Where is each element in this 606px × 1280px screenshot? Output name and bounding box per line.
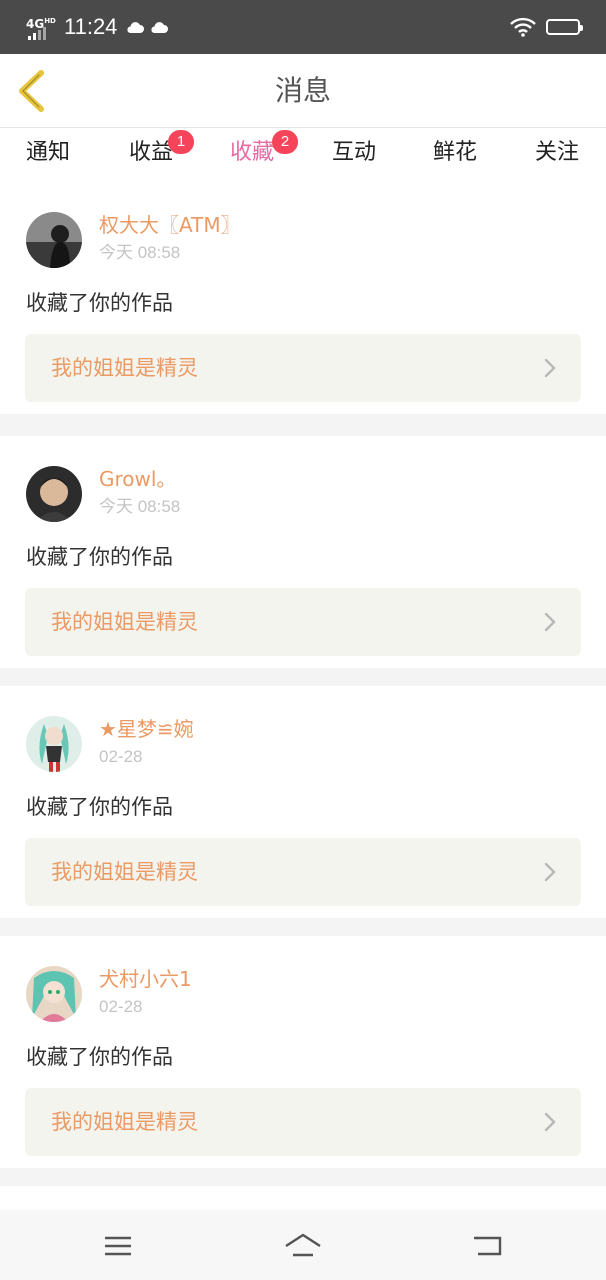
message-text: 收藏了你的作品 xyxy=(26,291,173,315)
tab-flowers[interactable]: 鲜花 xyxy=(420,138,490,168)
menu-icon[interactable] xyxy=(98,1226,138,1266)
message-text: 收藏了你的作品 xyxy=(26,545,173,569)
tab-notifications[interactable]: 通知 xyxy=(13,138,83,168)
message-time: 今天 08:58 xyxy=(99,497,181,516)
tab-interactions[interactable]: 互动 xyxy=(319,138,389,168)
message-card: 犬村小六1 02-28 收藏了你的作品 我的姐姐是精灵 xyxy=(0,936,606,1168)
message-text: 收藏了你的作品 xyxy=(26,1045,173,1069)
battery-level: 53 xyxy=(556,20,570,34)
chevron-right-icon xyxy=(544,612,556,632)
work-link[interactable]: 我的姐姐是精灵 xyxy=(25,334,581,402)
avatar[interactable] xyxy=(26,466,82,522)
network-indicator: 4GHD xyxy=(26,14,58,40)
tab-label: 收藏 xyxy=(229,140,274,165)
unread-badge: 2 xyxy=(272,130,298,154)
tab-label: 鲜花 xyxy=(432,140,477,165)
user-name[interactable]: 权大大〖ATM〗 xyxy=(99,212,241,238)
work-title: 我的姐姐是精灵 xyxy=(51,610,198,634)
work-link[interactable]: 我的姐姐是精灵 xyxy=(25,1088,581,1156)
avatar[interactable] xyxy=(26,716,82,772)
cloud-icon xyxy=(127,22,145,33)
message-text: 收藏了你的作品 xyxy=(26,795,173,819)
tab-label: 互动 xyxy=(331,140,376,165)
tab-label: 收益 xyxy=(128,140,173,165)
work-title: 我的姐姐是精灵 xyxy=(51,1110,198,1134)
back-icon[interactable] xyxy=(468,1226,508,1266)
unread-badge: 1 xyxy=(168,130,194,154)
status-time: 11:24 xyxy=(64,14,118,39)
tab-follows[interactable]: 关注 xyxy=(522,138,592,168)
message-card: 权大大〖ATM〗 今天 08:58 收藏了你的作品 我的姐姐是精灵 xyxy=(0,182,606,414)
message-card: Growl。 今天 08:58 收藏了你的作品 我的姐姐是精灵 xyxy=(0,436,606,668)
user-name[interactable]: ★星梦≌婉 xyxy=(99,716,194,742)
work-link[interactable]: 我的姐姐是精灵 xyxy=(25,838,581,906)
tab-bar: 通知 收益 1 收藏 2 互动 鲜花 关注 xyxy=(0,128,606,187)
header: 消息 xyxy=(0,54,606,128)
work-link[interactable]: 我的姐姐是精灵 xyxy=(25,588,581,656)
cloud-icon xyxy=(151,22,169,33)
user-name[interactable]: 犬村小六1 xyxy=(99,966,192,992)
work-title: 我的姐姐是精灵 xyxy=(51,356,198,380)
tab-label: 通知 xyxy=(25,140,70,165)
signal-icon xyxy=(28,27,46,40)
wifi-icon xyxy=(510,17,536,37)
battery-icon: 53 xyxy=(546,19,583,35)
message-card-partial xyxy=(0,1186,606,1210)
chevron-right-icon xyxy=(544,862,556,882)
tab-label: 关注 xyxy=(534,140,579,165)
home-icon[interactable] xyxy=(283,1226,323,1266)
message-time: 02-28 xyxy=(99,997,143,1016)
avatar[interactable] xyxy=(26,212,82,268)
tab-earnings[interactable]: 收益 1 xyxy=(116,130,194,168)
message-card: ★星梦≌婉 02-28 收藏了你的作品 我的姐姐是精灵 xyxy=(0,686,606,918)
avatar[interactable] xyxy=(26,966,82,1022)
message-time: 今天 08:58 xyxy=(99,243,181,262)
page-title: 消息 xyxy=(274,74,331,107)
user-name[interactable]: Growl。 xyxy=(99,466,176,492)
message-time: 02-28 xyxy=(99,747,143,766)
chevron-right-icon xyxy=(544,1112,556,1132)
system-nav-bar xyxy=(0,1210,606,1280)
chevron-right-icon xyxy=(544,358,556,378)
tab-favorites[interactable]: 收藏 2 xyxy=(217,130,298,187)
work-title: 我的姐姐是精灵 xyxy=(51,860,198,884)
status-bar: 4GHD 11:24 53 xyxy=(0,0,606,54)
